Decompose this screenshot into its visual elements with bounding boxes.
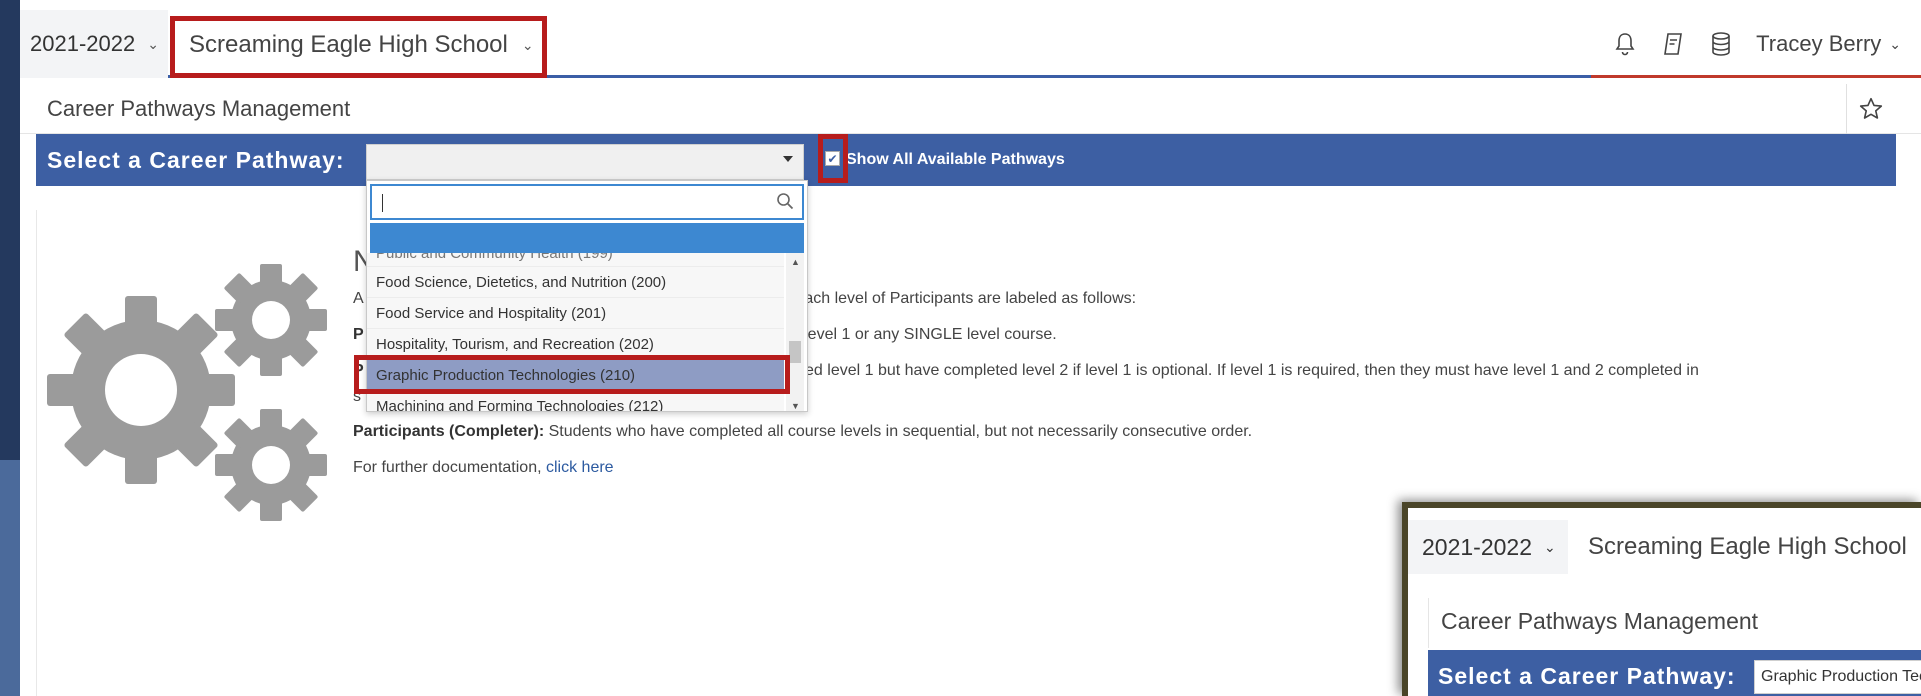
annotation-box-checkbox	[818, 134, 848, 183]
scrollbar-thumb[interactable]	[789, 341, 801, 363]
database-icon[interactable]	[1708, 30, 1734, 58]
inset-page-title: Career Pathways Management	[1428, 598, 1921, 648]
inset-pathway-label: Select a Career Pathway:	[1438, 663, 1736, 689]
chevron-down-icon: ⌄	[1889, 35, 1901, 52]
favorite-star-icon[interactable]	[1846, 84, 1894, 134]
annotation-box-school	[170, 16, 547, 78]
inset-school-label: Screaming Eagle High School	[1588, 533, 1907, 560]
page-title: Career Pathways Management	[47, 96, 351, 121]
chevron-down-icon: ⌄	[1544, 538, 1556, 555]
year-selector[interactable]: 2021-2022 ⌄	[20, 10, 168, 78]
bell-icon[interactable]	[1612, 30, 1638, 58]
dropdown-search-input[interactable]	[370, 184, 804, 220]
gears-icon	[47, 264, 327, 521]
search-icon	[776, 192, 794, 215]
user-name: Tracey Berry	[1756, 31, 1882, 56]
dropdown-option[interactable]: Public and Community Health (199)	[367, 253, 784, 267]
zoom-inset: 2021-2022 ⌄ Screaming Eagle High School C…	[1402, 502, 1921, 696]
inset-pathway-select: Graphic Production Technologies (210)	[1754, 660, 1921, 694]
dropdown-option[interactable]: Food Service and Hospitality (201)	[367, 298, 784, 329]
inset-pathway-bar: Select a Career Pathway: Graphic Product…	[1428, 650, 1921, 696]
annotation-box-option	[354, 355, 790, 394]
inset-year-selector: 2021-2022 ⌄	[1408, 520, 1568, 574]
documentation-line: For further documentation, click here	[353, 459, 614, 476]
chevron-down-icon: ⌄	[147, 35, 159, 52]
pathway-select[interactable]	[366, 144, 804, 180]
pathway-label: Select a Career Pathway:	[47, 147, 345, 173]
scroll-down-icon[interactable]: ▼	[791, 401, 800, 411]
year-label: 2021-2022	[30, 31, 136, 56]
dropdown-option[interactable]: Machining and Forming Technologies (212)	[367, 391, 784, 411]
user-menu[interactable]: Tracey Berry ⌄	[1756, 31, 1901, 57]
window-frame-left	[0, 0, 20, 696]
dropdown-highlight-row[interactable]	[370, 223, 804, 253]
completer-line: Participants (Completer): Students who h…	[353, 423, 1253, 440]
show-all-label: Show All Available Pathways	[846, 151, 1065, 168]
documentation-link[interactable]: click here	[546, 459, 614, 476]
scroll-up-icon[interactable]: ▲	[791, 257, 800, 267]
notebook-icon[interactable]	[1660, 30, 1686, 58]
pathway-bar: Select a Career Pathway: ✔ Show All Avai…	[36, 134, 1896, 186]
title-bar: Career Pathways Management	[20, 84, 1921, 134]
dropdown-option[interactable]: Food Science, Dietetics, and Nutrition (…	[367, 267, 784, 298]
dropdown-arrow-icon	[783, 156, 793, 162]
